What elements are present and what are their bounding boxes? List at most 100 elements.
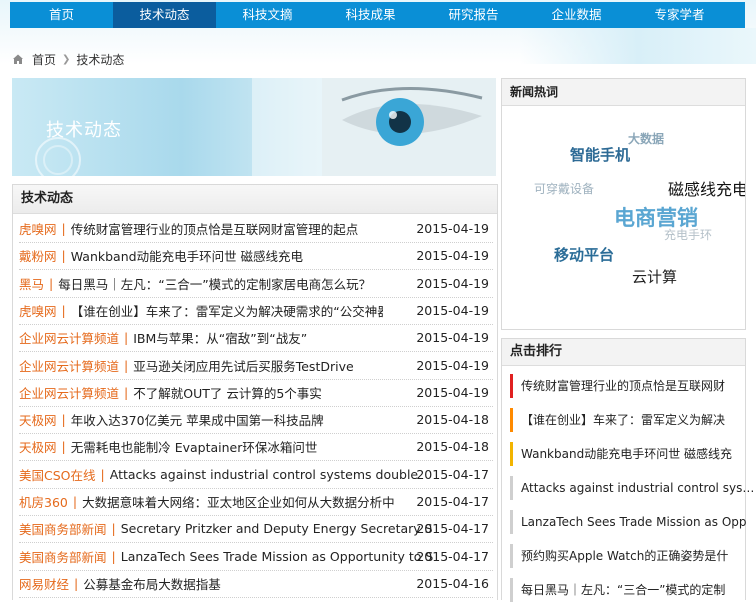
news-title-link[interactable]: 公募基金布局大数据指基 (83, 574, 395, 593)
rank-panel: 点击排行 传统财富管理行业的顶点恰是互联网财 【谁在创业】车来了：雷军定义为解决 W… (501, 338, 753, 602)
news-title-link[interactable]: Wankband动能充电手环问世 磁感线充电 (71, 246, 383, 265)
news-separator: | (111, 548, 116, 564)
news-row: 黑马 | 每日黑马｜左凡：“三合一”模式的定制家居电商怎么玩？ 2015-04-19 (19, 270, 493, 298)
news-title-link[interactable]: 年收入达370亿美元 苹果成中国第一科技品牌 (71, 410, 383, 429)
news-separator: | (124, 384, 129, 400)
nav-item-research-reports[interactable]: 研究报告 (422, 2, 525, 28)
news-title-link[interactable]: LanzaTech Sees Trade Mission as Opportun… (121, 549, 433, 564)
news-row: 网易财经 | 公募基金布局大数据指基 2015-04-16 (19, 570, 493, 598)
news-date: 2015-04-19 (416, 384, 489, 400)
hot-word-link[interactable]: 磁感线充电 (668, 176, 745, 200)
rank-item-link[interactable]: 传统财富管理行业的顶点恰是互联网财 (510, 374, 753, 398)
nav-item-home[interactable]: 首页 (10, 2, 113, 28)
news-title-link[interactable]: 亚马逊关闭应用先试后买服务TestDrive (133, 356, 445, 375)
news-separator: | (124, 330, 129, 346)
news-separator: | (61, 412, 66, 428)
news-source-link[interactable]: 美国商务部新闻 (19, 547, 107, 566)
hot-word-link[interactable]: 充电手环 (664, 226, 712, 243)
news-title-link[interactable]: 大数据意味着大网络：亚太地区企业如何从大数据分析中获益 (82, 492, 394, 511)
news-date: 2015-04-19 (416, 357, 489, 373)
home-icon (13, 54, 23, 64)
rank-item-link[interactable]: LanzaTech Sees Trade Mission as Opp (510, 510, 753, 534)
breadcrumb: 首页 ❯ 技术动态 (12, 51, 124, 67)
news-date: 2015-04-19 (416, 302, 489, 318)
news-date: 2015-04-17 (416, 494, 489, 509)
news-source-link[interactable]: 天极网 (19, 437, 57, 456)
breadcrumb-current: 技术动态 (76, 52, 125, 67)
news-source-link[interactable]: 企业网云计算频道 (19, 328, 119, 347)
news-source-link[interactable]: 虎嗅网 (19, 301, 57, 320)
news-separator: | (124, 357, 129, 373)
nav-item-tech-digest[interactable]: 科技文摘 (216, 2, 319, 28)
hot-words-heading: 新闻热词 (502, 79, 745, 106)
news-title-link[interactable]: Attacks against industrial control syste… (110, 467, 422, 482)
word-cloud: 大数据 智能手机 可穿戴设备 磁感线充电 电商营销 充电手环 移动平台 云计算 (502, 106, 745, 326)
news-date: 2015-04-19 (416, 330, 489, 346)
news-title-link[interactable]: 【谁在创业】车来了：雷军定义为解决硬需求的“公交神器” (71, 301, 383, 320)
news-date: 2015-04-17 (416, 548, 489, 564)
hot-word-link[interactable]: 智能手机 (570, 144, 630, 165)
news-date: 2015-04-19 (416, 248, 489, 264)
news-source-link[interactable]: 黑马 (19, 274, 44, 293)
nav-item-enterprise-data[interactable]: 企业数据 (525, 2, 628, 28)
news-date: 2015-04-19 (416, 275, 489, 291)
news-row: 企业网云计算频道 | 亚马逊关闭应用先试后买服务TestDrive 2015-04-1… (19, 352, 493, 380)
news-source-link[interactable]: 戴粉网 (19, 246, 57, 265)
news-row: 美国CSO在线 | Attacks against industrial contr… (19, 461, 493, 489)
news-source-link[interactable]: 美国商务部新闻 (19, 519, 107, 538)
news-row: 机房360 | 大数据意味着大网络：亚太地区企业如何从大数据分析中获益 2015-04… (19, 488, 493, 516)
news-panel: 技术动态 虎嗅网 | 传统财富管理行业的顶点恰是互联网财富管理的起点 2015-04-… (12, 184, 498, 600)
news-title-link[interactable]: IBM与苹果：从“宿敌”到“战友” (133, 328, 445, 347)
news-row: 天极网 | 年收入达370亿美元 苹果成中国第一科技品牌 2015-04-18 (19, 406, 493, 435)
news-date: 2015-04-17 (416, 521, 489, 537)
news-date: 2015-04-18 (416, 439, 489, 455)
rank-item-link[interactable]: 【谁在创业】车来了：雷军定义为解决 (510, 408, 753, 432)
news-date: 2015-04-17 (416, 466, 489, 482)
news-title-link[interactable]: 不了解就OUT了 云计算的5个事实 (133, 383, 445, 402)
news-date: 2015-04-18 (416, 412, 489, 428)
news-source-link[interactable]: 美国CSO在线 (19, 465, 96, 484)
news-title-link[interactable]: Secretary Pritzker and Deputy Energy Sec… (121, 521, 433, 536)
news-separator: | (61, 221, 66, 236)
rank-item-link[interactable]: Wankband动能充电手环问世 磁感线充 (510, 442, 753, 466)
news-separator: | (111, 521, 116, 537)
nav-item-tech-news[interactable]: 技术动态 (113, 2, 216, 28)
news-separator: | (100, 466, 105, 482)
news-source-link[interactable]: 天极网 (19, 410, 57, 429)
news-row: 虎嗅网 | 传统财富管理行业的顶点恰是互联网财富管理的起点 2015-04-19 (19, 215, 493, 243)
banner-title: 技术动态 (46, 120, 122, 141)
news-row: 企业网云计算频道 | 不了解就OUT了 云计算的5个事实 2015-04-19 (19, 379, 493, 407)
hot-word-link[interactable]: 移动平台 (554, 244, 614, 265)
news-source-link[interactable]: 机房360 (19, 492, 68, 511)
news-date: 2015-04-19 (416, 221, 489, 236)
news-separator: | (61, 439, 66, 455)
rank-heading: 点击排行 (502, 339, 745, 366)
news-source-link[interactable]: 企业网云计算频道 (19, 383, 119, 402)
news-row: 戴粉网 | Wankband动能充电手环问世 磁感线充电 2015-04-19 (19, 242, 493, 271)
nav-item-tech-achievements[interactable]: 科技成果 (319, 2, 422, 28)
news-row: 天极网 | 无需耗电也能制冷 Evaptainer环保冰箱问世 2015-04-18 (19, 433, 493, 462)
chevron-right-icon: ❯ (62, 53, 71, 65)
rank-item-link[interactable]: Attacks against industrial control sys… (510, 476, 753, 500)
main-nav: 首页 技术动态 科技文摘 科技成果 研究报告 企业数据 专家学者 (10, 2, 745, 28)
news-row: 美国商务部新闻 | Secretary Pritzker and Deputy En… (19, 515, 493, 544)
rank-item-link[interactable]: 每日黑马｜左凡：“三合一”模式的定制 (510, 578, 753, 602)
news-date: 2015-04-16 (416, 575, 489, 591)
news-row: 美国商务部新闻 | LanzaTech Sees Trade Mission as … (19, 543, 493, 571)
nav-item-experts[interactable]: 专家学者 (628, 2, 731, 28)
hot-word-link[interactable]: 大数据 (628, 130, 664, 147)
news-title-link[interactable]: 传统财富管理行业的顶点恰是互联网财富管理的起点 (71, 219, 383, 238)
hot-word-link[interactable]: 可穿戴设备 (534, 180, 594, 197)
news-source-link[interactable]: 企业网云计算频道 (19, 356, 119, 375)
header-decoration (520, 28, 756, 64)
news-title-link[interactable]: 每日黑马｜左凡：“三合一”模式的定制家居电商怎么玩？ (58, 274, 370, 293)
news-source-link[interactable]: 虎嗅网 (19, 219, 57, 238)
rank-item-link[interactable]: 预约购买Apple Watch的正确姿势是什 (510, 544, 753, 568)
news-row: 企业网云计算频道 | IBM与苹果：从“宿敌”到“战友” 2015-04-19 (19, 324, 493, 353)
hot-word-link[interactable]: 云计算 (632, 266, 677, 287)
news-panel-heading: 技术动态 (13, 185, 497, 214)
news-source-link[interactable]: 网易财经 (19, 574, 69, 593)
news-title-link[interactable]: 无需耗电也能制冷 Evaptainer环保冰箱问世 (71, 437, 383, 456)
breadcrumb-home-link[interactable]: 首页 (32, 51, 56, 68)
news-separator: | (61, 248, 66, 264)
